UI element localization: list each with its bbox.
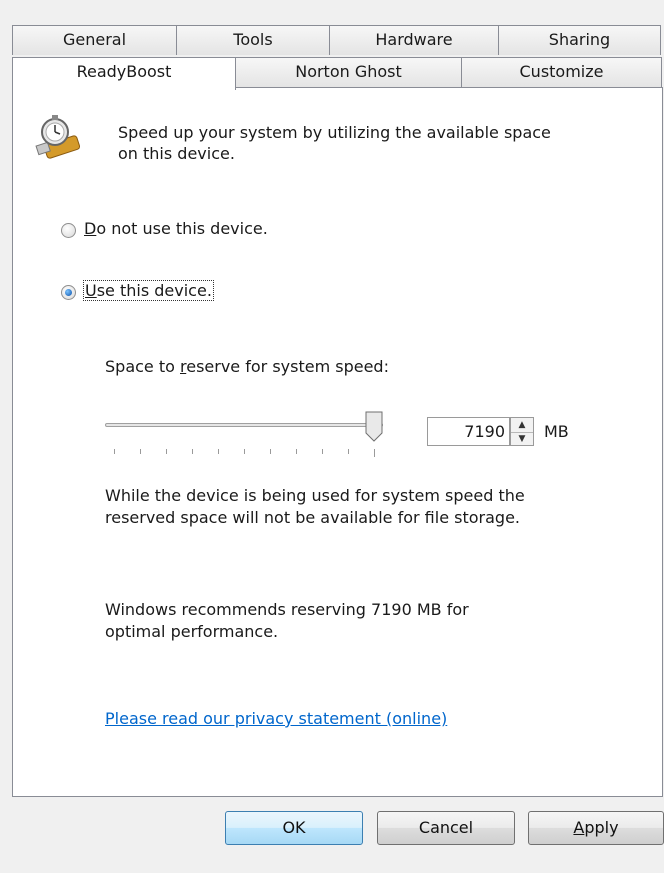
slider-tick: [166, 449, 167, 454]
slider-tick: [296, 449, 297, 454]
description-line-2: on this device.: [118, 144, 235, 163]
privacy-statement-link[interactable]: Please read our privacy statement (onlin…: [105, 709, 447, 728]
description-line-1: Speed up your system by utilizing the av…: [118, 123, 551, 142]
ok-button[interactable]: OK: [225, 811, 363, 845]
readyboost-panel: Speed up your system by utilizing the av…: [12, 87, 663, 797]
reserve-size-input[interactable]: 7190: [427, 417, 510, 446]
do-not-use-text: o not use this device.: [96, 219, 268, 238]
recommendation-line-1: Windows recommends reserving 7190 MB for: [105, 600, 469, 619]
tab-row-back: General Tools Hardware Sharing: [12, 25, 661, 55]
reserve-label-post: eserve for system speed:: [186, 357, 389, 376]
slider-tick: [114, 449, 115, 454]
slider-tick: [218, 449, 219, 454]
tab-row-front: ReadyBoost Norton Ghost Customize: [12, 57, 662, 90]
use-this-device-radio[interactable]: [61, 285, 76, 300]
tab-sharing[interactable]: Sharing: [498, 25, 661, 55]
slider-tick: [140, 449, 141, 454]
cancel-button[interactable]: Cancel: [377, 811, 515, 845]
reserve-size-value: 7190: [464, 422, 505, 441]
recommendation-line-2: optimal performance.: [105, 622, 279, 641]
readyboost-description: Speed up your system by utilizing the av…: [118, 122, 551, 164]
slider-tick: [244, 449, 245, 454]
slider-tick: [348, 449, 349, 454]
use-text: se this device.: [96, 281, 212, 300]
spin-down-icon[interactable]: ▼: [511, 433, 533, 446]
reserve-info-text: While the device is being used for syste…: [105, 485, 525, 529]
info-line-1: While the device is being used for syste…: [105, 486, 525, 505]
tab-readyboost[interactable]: ReadyBoost: [12, 57, 236, 90]
reserve-label-pre: Space to: [105, 357, 180, 376]
tab-norton-ghost[interactable]: Norton Ghost: [235, 57, 462, 87]
recommendation-text: Windows recommends reserving 7190 MB for…: [105, 599, 469, 643]
tab-customize[interactable]: Customize: [461, 57, 662, 87]
do-not-use-radio[interactable]: [61, 223, 76, 238]
do-not-use-label[interactable]: Do not use this device.: [84, 219, 268, 238]
radio-selected-dot: [65, 289, 72, 296]
slider-tick: [270, 449, 271, 454]
tab-hardware[interactable]: Hardware: [329, 25, 499, 55]
reserve-unit: MB: [544, 422, 569, 441]
info-line-2: reserved space will not be available for…: [105, 508, 520, 527]
reserve-space-label: Space to reserve for system speed:: [105, 357, 389, 376]
spin-up-icon[interactable]: ▲: [511, 418, 533, 433]
use-mnemonic: U: [85, 281, 97, 300]
reserve-slider-thumb[interactable]: [365, 411, 383, 442]
reserve-size-spinner[interactable]: ▲ ▼: [510, 417, 534, 446]
tab-general[interactable]: General: [12, 25, 177, 55]
slider-tick: [374, 449, 375, 457]
apply-button[interactable]: Apply: [528, 811, 664, 845]
tab-tools[interactable]: Tools: [176, 25, 330, 55]
slider-tick: [322, 449, 323, 454]
apply-text: pply: [584, 818, 619, 837]
use-this-device-label[interactable]: Use this device.: [83, 280, 214, 301]
slider-tick: [192, 449, 193, 454]
reserve-slider-track[interactable]: [105, 423, 383, 427]
apply-mnemonic: A: [573, 818, 585, 837]
readyboost-stopwatch-icon: [35, 115, 81, 159]
do-not-use-mnemonic: D: [84, 219, 97, 238]
